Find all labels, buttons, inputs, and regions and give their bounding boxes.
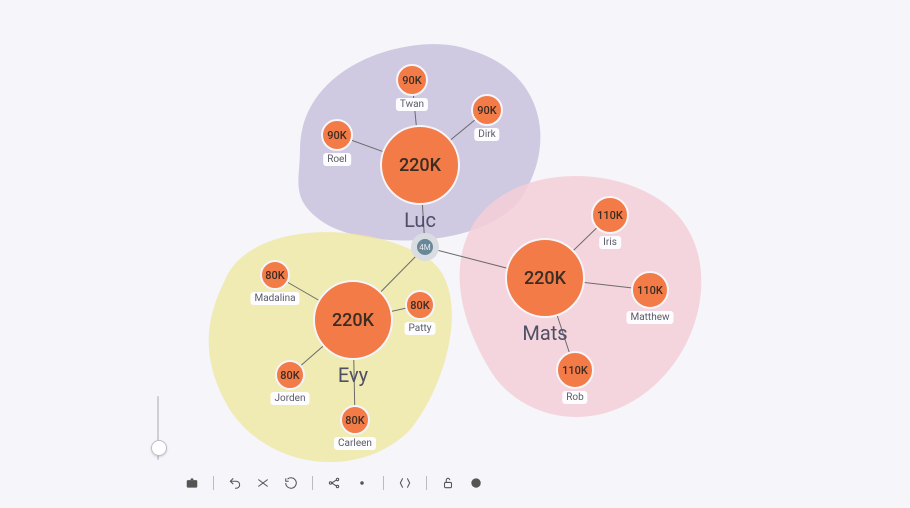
node-value: 80K (265, 269, 284, 282)
node-label-madalina: Madalina (250, 292, 299, 305)
node-value: 110K (562, 364, 588, 377)
node-rob[interactable]: 110K (556, 351, 594, 389)
shuffle-icon (256, 476, 270, 490)
camera-icon (185, 476, 199, 490)
node-value: 110K (597, 209, 623, 222)
node-value: 110K (637, 284, 663, 297)
refresh-icon (284, 476, 298, 490)
node-label-iris: Iris (599, 236, 621, 249)
node-label-roel: Roel (323, 153, 351, 166)
node-value: 220K (524, 268, 566, 289)
node-label-matthew: Matthew (626, 311, 673, 324)
node-label-carleen: Carleen (334, 437, 376, 450)
node-mats[interactable]: 220K (505, 238, 585, 318)
node-value: 80K (280, 369, 299, 382)
node-twan[interactable]: 90K (396, 64, 428, 96)
toolbar (185, 476, 483, 490)
hub-node[interactable]: 4M (411, 233, 439, 261)
network-diagram[interactable]: 4M 220K Luc 90K Roel 90K Twan 90K Dirk 220K Mats 11… (0, 0, 910, 508)
node-iris[interactable]: 110K (591, 196, 629, 234)
node-dirk[interactable]: 90K (471, 94, 503, 126)
toolbar-separator (312, 476, 313, 490)
node-madalina[interactable]: 80K (260, 260, 290, 290)
node-value: 90K (327, 129, 346, 142)
contrast-button[interactable] (469, 476, 483, 490)
node-label-evy: Evy (334, 362, 372, 388)
contrast-icon (469, 476, 483, 490)
node-label-dirk: Dirk (474, 128, 499, 141)
lock-icon (441, 476, 455, 490)
shuffle-button[interactable] (256, 476, 270, 490)
links-button[interactable] (327, 476, 341, 490)
node-label-mats: Mats (518, 320, 571, 346)
snapshot-button[interactable] (185, 476, 199, 490)
expand-icon (398, 476, 412, 490)
node-value: 80K (410, 299, 429, 312)
node-evy[interactable]: 220K (313, 280, 393, 360)
undo-button[interactable] (228, 476, 242, 490)
node-label-luc: Luc (400, 207, 440, 233)
refresh-button[interactable] (284, 476, 298, 490)
node-jorden[interactable]: 80K (275, 360, 305, 390)
node-carleen[interactable]: 80K (340, 405, 370, 435)
node-roel[interactable]: 90K (321, 119, 353, 151)
node-value: 90K (402, 74, 421, 87)
slider-thumb[interactable] (151, 440, 167, 456)
node-luc[interactable]: 220K (380, 125, 460, 205)
node-value: 220K (399, 155, 441, 176)
node-value: 80K (345, 414, 364, 427)
toolbar-separator (213, 476, 214, 490)
node-value: 220K (332, 310, 374, 331)
network-icon (327, 476, 341, 490)
node-matthew[interactable]: 110K (631, 271, 669, 309)
node-label-jorden: Jorden (271, 392, 310, 405)
expand-button[interactable] (398, 476, 412, 490)
node-label-patty: Patty (405, 322, 436, 335)
node-label-rob: Rob (562, 391, 587, 404)
undo-icon (228, 476, 242, 490)
toolbar-separator (426, 476, 427, 490)
zoom-slider[interactable] (155, 396, 161, 460)
node-value: 90K (477, 104, 496, 117)
toolbar-separator (383, 476, 384, 490)
node-patty[interactable]: 80K (405, 290, 435, 320)
dot-icon (355, 476, 369, 490)
node-label-twan: Twan (396, 98, 428, 111)
lock-button[interactable] (441, 476, 455, 490)
focus-button[interactable] (355, 476, 369, 490)
